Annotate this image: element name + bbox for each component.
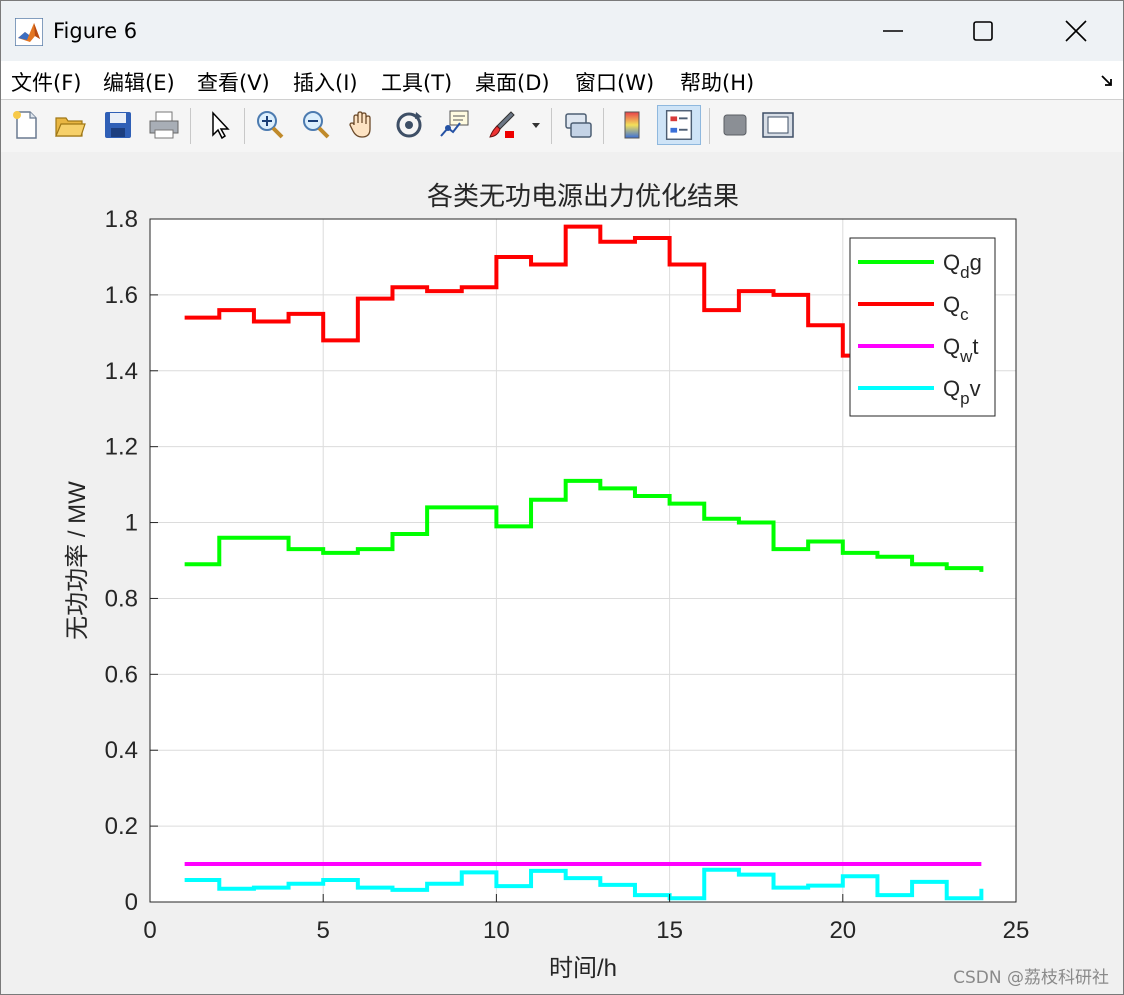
toolbar-separator [551,108,552,144]
new-figure-icon[interactable] [9,108,43,142]
menu-desktop[interactable]: 桌面(D) [475,67,550,97]
x-tick-label: 10 [483,917,510,944]
figure-toolbar [1,99,1123,153]
window-title: Figure 6 [53,19,138,43]
y-axis-label: 无功功率 / MW [64,481,91,640]
watermark-text: CSDN @荔枝科研社 [953,968,1109,988]
menu-help[interactable]: 帮助(H) [680,67,754,97]
y-tick-label: 1 [125,510,138,537]
y-tick-label: 1.8 [105,206,138,233]
menu-bar: 文件(F) 编辑(E) 查看(V) 插入(I) 工具(T) 桌面(D) 窗口(W… [1,61,1123,99]
legend-icon[interactable] [657,105,701,145]
chart-svg[interactable]: 0 5 10 15 20 25 0 0.2 0.4 0.6 0.8 1 1.2 1.4 1.6 1.8 各类无… [1,152,1123,994]
rotate-3d-icon[interactable] [392,108,426,142]
print-icon[interactable] [147,108,181,142]
y-tick-label: 0.4 [105,737,138,764]
y-tick-label: 0 [125,889,138,916]
menu-window[interactable]: 窗口(W) [575,67,654,97]
show-plot-tools-icon[interactable] [761,108,795,142]
menu-insert[interactable]: 插入(I) [293,67,358,97]
pan-hand-icon[interactable] [345,108,379,142]
brush-icon[interactable] [485,108,519,142]
open-file-icon[interactable] [53,108,87,142]
close-button[interactable] [1056,13,1096,49]
title-bar: Figure 6 [1,1,1123,61]
toolbar-separator [709,108,710,144]
link-plot-icon[interactable] [561,108,595,142]
y-tick-label: 0.8 [105,585,138,612]
brush-dropdown-icon[interactable] [529,108,543,142]
toolbar-separator [603,108,604,144]
figure-canvas: 0 5 10 15 20 25 0 0.2 0.4 0.6 0.8 1 1.2 1.4 1.6 1.8 各类无… [1,152,1123,994]
legend[interactable]: QdgQcQwtQpv [849,237,996,417]
y-tick-label: 1.2 [105,434,138,461]
data-cursor-icon[interactable] [438,108,472,142]
colorbar-icon[interactable] [615,108,649,142]
dock-arrow-icon[interactable] [1099,73,1115,89]
toolbar-separator [244,108,245,144]
menu-view[interactable]: 查看(V) [197,67,270,97]
minimize-button[interactable] [871,13,911,49]
figure-window: Figure 6 文件(F) 编辑(E) 查看(V) 插入(I) 工具(T) 桌… [0,0,1124,995]
chart-title: 各类无功电源出力优化结果 [427,181,739,211]
zoom-out-icon[interactable] [299,108,333,142]
x-tick-label: 0 [143,917,156,944]
x-tick-label: 20 [829,917,856,944]
x-tick-label: 25 [1003,917,1030,944]
x-tick-label: 5 [317,917,330,944]
zoom-in-icon[interactable] [253,108,287,142]
maximize-button[interactable] [963,13,1003,49]
x-axis-label: 时间/h [549,955,617,982]
edit-plot-arrow-icon[interactable] [203,108,237,142]
menu-edit[interactable]: 编辑(E) [103,67,175,97]
toolbar-separator [190,108,191,144]
y-tick-label: 0.2 [105,813,138,840]
y-tick-label: 1.6 [105,282,138,309]
y-tick-label: 1.4 [105,358,138,385]
menu-file[interactable]: 文件(F) [11,67,81,97]
menu-tools[interactable]: 工具(T) [381,67,452,97]
matlab-logo-icon [15,18,43,46]
hide-plot-tools-icon[interactable] [718,108,752,142]
save-icon[interactable] [101,108,135,142]
x-tick-label: 15 [656,917,683,944]
y-tick-label: 0.6 [105,661,138,688]
